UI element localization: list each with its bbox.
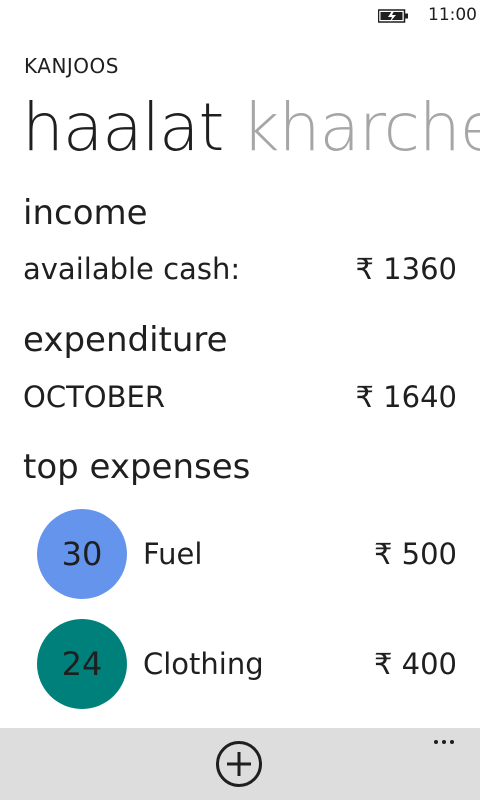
available-cash-label: available cash: — [23, 252, 241, 286]
more-dot — [450, 740, 454, 744]
expense-amount[interactable]: ₹ 400 — [374, 647, 457, 681]
expense-percent-circle[interactable]: 24 — [37, 619, 127, 709]
app-title: KANJOOS — [24, 54, 119, 78]
top-expenses-title: top expenses — [23, 447, 251, 487]
available-cash-value: ₹ 1360 — [355, 252, 457, 286]
expense-amount[interactable]: ₹ 500 — [374, 537, 457, 571]
expense-percent-circle[interactable]: 30 — [37, 509, 127, 599]
more-dot — [434, 740, 438, 744]
battery-charging-icon — [378, 9, 408, 23]
expenditure-title: expenditure — [23, 320, 228, 360]
expenditure-month-label[interactable]: OCTOBER — [23, 380, 165, 414]
status-time: 11:00 — [428, 5, 477, 25]
more-dot — [442, 740, 446, 744]
pivot-headers: haalat kharche — [22, 88, 480, 168]
add-icon[interactable] — [215, 740, 263, 788]
more-icon[interactable] — [422, 728, 462, 758]
expenditure-month-value[interactable]: ₹ 1640 — [356, 380, 457, 414]
income-title: income — [23, 193, 148, 233]
app-bar — [0, 728, 480, 800]
pivot-tab-kharche[interactable]: kharche — [241, 88, 480, 168]
expense-name[interactable]: Clothing — [143, 647, 264, 681]
status-bar: 11:00 — [0, 0, 480, 32]
expense-name[interactable]: Fuel — [143, 537, 202, 571]
pivot-tab-haalat[interactable]: haalat — [22, 88, 224, 168]
